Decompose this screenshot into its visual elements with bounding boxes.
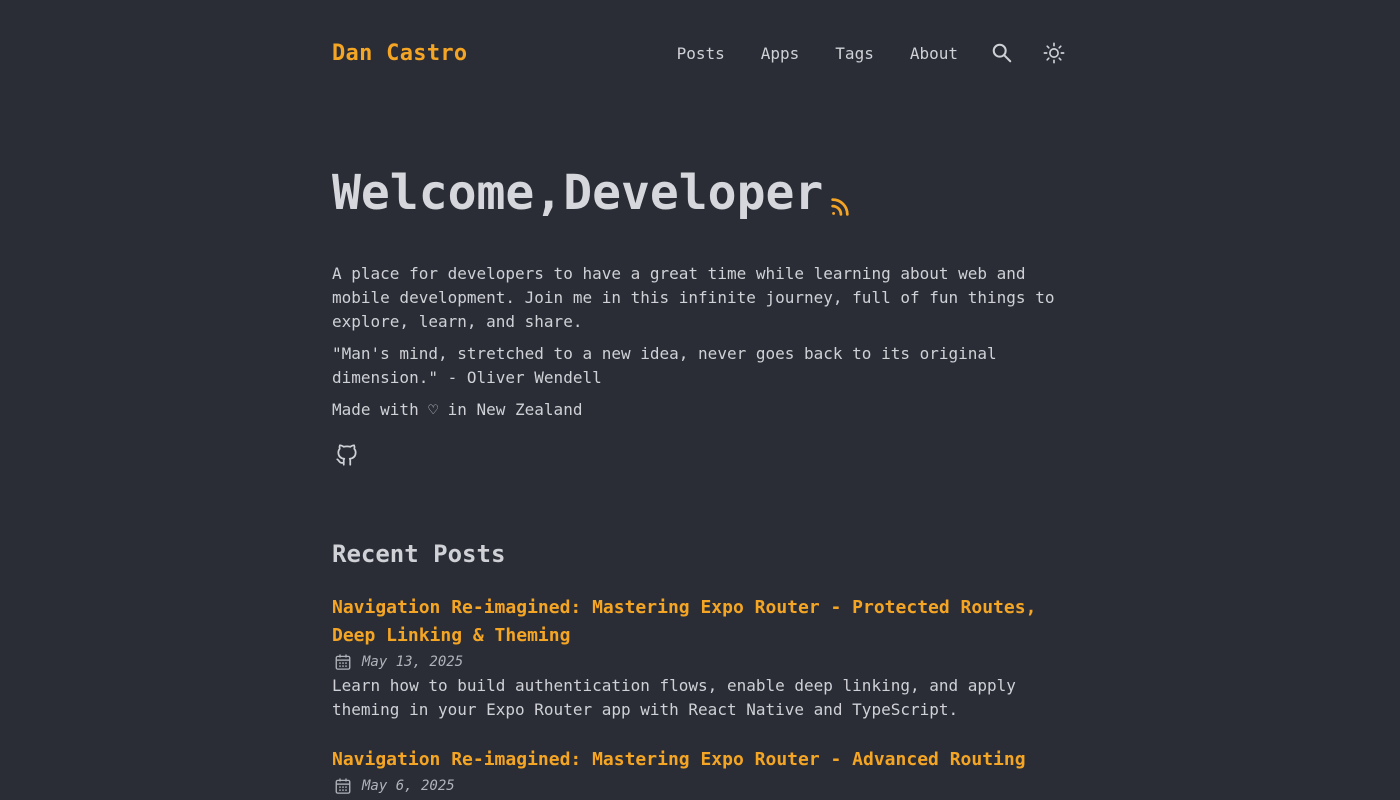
nav-item-about[interactable]: About	[910, 44, 958, 63]
github-icon[interactable]	[334, 442, 360, 468]
intro-paragraph: A place for developers to have a great t…	[332, 264, 1055, 331]
post-date: May 6, 2025	[332, 774, 1068, 798]
quote-paragraph: "Man's mind, stretched to a new idea, ne…	[332, 344, 997, 387]
nav-item-apps[interactable]: Apps	[761, 44, 800, 63]
post-date-text: May 6, 2025	[362, 778, 455, 794]
made-with-paragraph: Made with ♡ in New Zealand	[332, 400, 583, 419]
recent-posts-heading: Recent Posts	[332, 540, 506, 568]
rss-icon[interactable]	[829, 196, 851, 218]
post-item: Navigation Re-imagined: Mastering Expo R…	[332, 594, 1068, 722]
post-description: Learn how to build authentication flows,…	[332, 676, 1016, 719]
calendar-icon	[335, 778, 351, 794]
page-container: Dan Castro Posts Apps Tags About Welcome…	[332, 0, 1068, 798]
site-header: Dan Castro Posts Apps Tags About	[332, 0, 1068, 106]
search-icon[interactable]	[990, 41, 1014, 65]
sun-icon[interactable]	[1042, 41, 1066, 65]
hero-section: Welcome,Developer A place for developers…	[332, 162, 1068, 472]
calendar-icon	[335, 654, 351, 670]
main-nav: Posts Apps Tags About	[677, 41, 1066, 65]
nav-item-posts[interactable]: Posts	[677, 44, 725, 63]
page-title: Welcome,Developer	[332, 165, 824, 221]
nav-item-tags[interactable]: Tags	[835, 44, 874, 63]
recent-posts-section: Recent Posts Navigation Re-imagined: Mas…	[332, 540, 1068, 798]
post-item: Navigation Re-imagined: Mastering Expo R…	[332, 746, 1068, 798]
post-date-text: May 13, 2025	[362, 654, 464, 670]
site-brand-link[interactable]: Dan Castro	[332, 41, 467, 66]
post-date: May 13, 2025	[332, 650, 1068, 674]
post-title-link[interactable]: Navigation Re-imagined: Mastering Expo R…	[332, 594, 1068, 650]
hero-title-row: Welcome,Developer	[332, 162, 1068, 224]
intro-text: A place for developers to have a great t…	[332, 262, 1068, 422]
post-title-link[interactable]: Navigation Re-imagined: Mastering Expo R…	[332, 746, 1068, 774]
